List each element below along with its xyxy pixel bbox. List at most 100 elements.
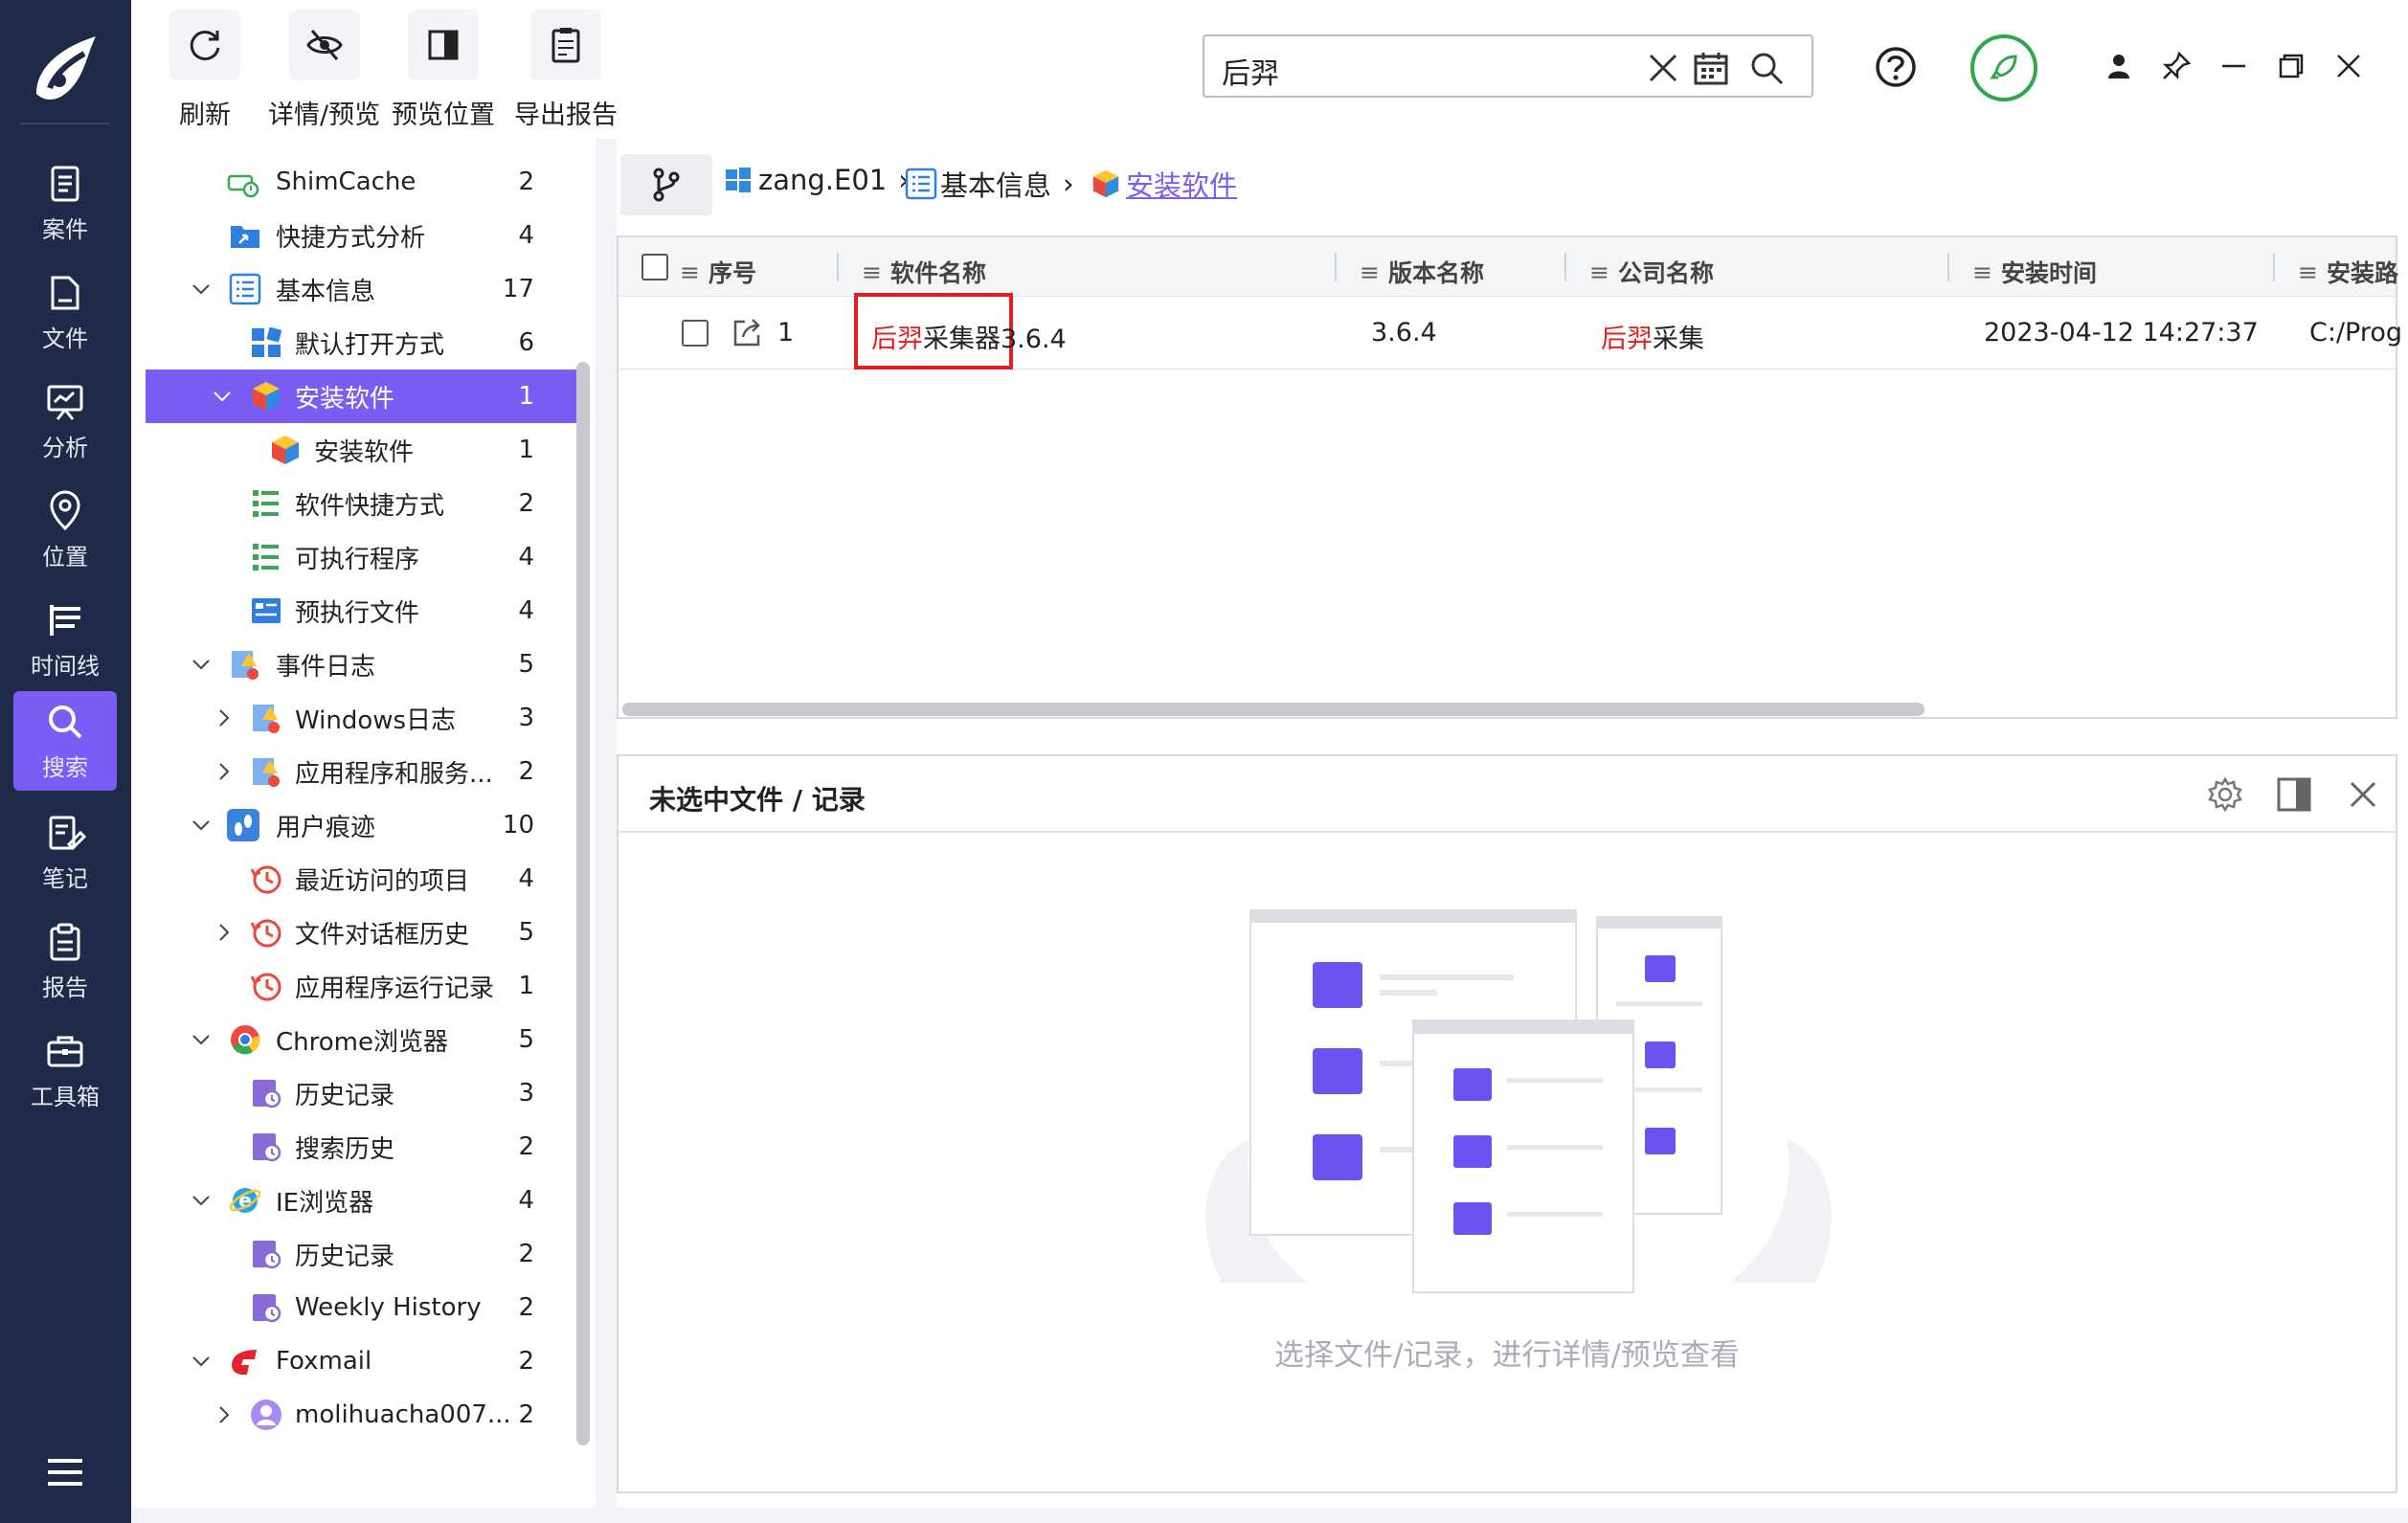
column-divider[interactable] <box>2273 253 2275 281</box>
tree-count: 4 <box>518 543 534 571</box>
search-submit-icon[interactable] <box>1748 50 1785 86</box>
chevron-down-icon[interactable] <box>190 653 213 676</box>
details-label: 详情/预览 <box>268 101 381 130</box>
tree-label: 搜索历史 <box>295 1134 395 1164</box>
table-horizontal-scrollbar[interactable] <box>622 703 1924 716</box>
settings-gear-icon[interactable] <box>2206 775 2244 814</box>
column-divider[interactable] <box>1947 253 1949 281</box>
tree-item-executables[interactable]: 可执行程序 4 <box>146 530 576 584</box>
chevron-down-icon[interactable] <box>190 1189 213 1212</box>
chevron-right-icon[interactable] <box>213 1403 236 1426</box>
clear-icon[interactable] <box>1645 50 1681 86</box>
column-header-company[interactable]: ≡ 公司名称 <box>1589 255 1714 289</box>
minimize-icon[interactable] <box>2217 50 2250 82</box>
tree-item-default-open[interactable]: 默认打开方式 6 <box>146 316 576 370</box>
table-row[interactable]: 1 后羿采集器3.6.4 3.6.4 后羿采集 2023-04-12 14:27… <box>619 293 2402 370</box>
tree-item-ie[interactable]: e IE浏览器 4 <box>146 1174 576 1227</box>
tree-item-user-traces[interactable]: 用户痕迹 10 <box>146 798 576 852</box>
tree-item-ie-history[interactable]: 历史记录 2 <box>146 1227 576 1281</box>
column-divider[interactable] <box>837 253 839 281</box>
column-header-version[interactable]: ≡ 版本名称 <box>1360 255 1484 289</box>
breadcrumb-item-installed-software[interactable]: 安装软件 <box>1090 164 1237 204</box>
restore-icon[interactable] <box>2275 50 2307 82</box>
tree-item-software-shortcut[interactable]: 软件快捷方式 2 <box>146 477 576 530</box>
shimcache-icon <box>227 174 259 198</box>
panel-splitter[interactable] <box>596 139 617 1508</box>
column-header-install-time[interactable]: ≡ 安装时间 <box>1972 255 2097 289</box>
breadcrumb-separator: › <box>1063 168 1074 200</box>
chevron-down-icon[interactable] <box>190 278 213 301</box>
chevron-down-icon[interactable] <box>190 1028 213 1051</box>
nav-analysis[interactable]: 分析 <box>13 371 117 471</box>
tree-item-weekly-history[interactable]: Weekly History 2 <box>146 1281 576 1334</box>
open-external-icon[interactable] <box>730 316 764 350</box>
column-header-software-name[interactable]: ≡ 软件名称 <box>862 255 986 289</box>
tree-item-basic-info[interactable]: 基本信息 17 <box>146 262 576 316</box>
tree-scrollbar[interactable] <box>576 362 590 1445</box>
tree-count: 4 <box>518 221 534 250</box>
tree-item-recent-items[interactable]: 最近访问的项目 4 <box>146 852 576 906</box>
refresh-button[interactable]: 刷新 <box>169 10 240 134</box>
tree-item-chrome-search-history[interactable]: 搜索历史 2 <box>146 1120 576 1174</box>
column-header-install-path[interactable]: ≡ 安装路 <box>2298 255 2398 289</box>
id-card-icon <box>252 598 281 623</box>
row-checkbox[interactable] <box>682 320 709 347</box>
pin-icon[interactable] <box>2160 50 2193 82</box>
breadcrumb-item-basic-info[interactable]: 基本信息 › <box>904 164 1074 204</box>
chevron-right-icon[interactable] <box>213 921 236 944</box>
branch-button[interactable] <box>620 154 712 215</box>
breadcrumb-item-image[interactable]: zang.E01 › <box>724 164 910 196</box>
details-preview-button[interactable]: 详情/预览 <box>268 10 380 134</box>
nav-note[interactable]: 笔记 <box>13 802 117 902</box>
tree-item-app-run-records[interactable]: 应用程序运行记录 1 <box>146 959 576 1013</box>
tree-item-foxmail[interactable]: Foxmail 2 <box>146 1334 576 1388</box>
tree-item-installed-software[interactable]: 安装软件 1 <box>146 370 576 423</box>
tree-item-shortcut-analysis[interactable]: 快捷方式分析 4 <box>146 209 576 262</box>
nav-toolbox[interactable]: 工具箱 <box>13 1020 117 1120</box>
tree-item-chrome-history[interactable]: 历史记录 3 <box>146 1066 576 1120</box>
calendar-icon[interactable] <box>1693 50 1729 86</box>
tree-item-mail-account[interactable]: molihuacha007... 2 <box>146 1388 576 1442</box>
help-icon[interactable] <box>1875 46 1917 88</box>
rocket-button[interactable] <box>1970 34 2037 101</box>
chevron-right-icon[interactable] <box>213 706 236 729</box>
preview-position-button[interactable]: 预览位置 <box>392 10 495 134</box>
select-all-checkbox[interactable] <box>641 254 668 280</box>
nav-timeline[interactable]: 时间线 <box>13 590 117 689</box>
chevron-down-icon[interactable] <box>190 1350 213 1373</box>
nav-file[interactable]: 文件 <box>13 262 117 362</box>
nav-report[interactable]: 报告 <box>13 911 117 1011</box>
column-divider[interactable] <box>1564 253 1566 281</box>
tree-item-file-dialog-history[interactable]: 文件对话框历史 5 <box>146 906 576 959</box>
tree-item-prefetch[interactable]: 预执行文件 4 <box>146 584 576 638</box>
column-divider[interactable] <box>1335 253 1337 281</box>
export-icon-wrap <box>530 10 601 80</box>
export-report-button[interactable]: 导出报告 <box>514 10 618 134</box>
split-panel-icon[interactable] <box>2275 775 2313 814</box>
close-panel-icon[interactable] <box>2344 775 2382 814</box>
chevron-down-icon[interactable] <box>190 814 213 837</box>
search-input[interactable]: 后羿 <box>1203 34 1813 98</box>
nav-label: 位置 <box>42 543 88 571</box>
report-icon <box>50 923 80 960</box>
preview-pos-label: 预览位置 <box>392 101 495 130</box>
tree-item-shimcache[interactable]: ShimCache 2 <box>146 155 576 209</box>
tree-item-installed-software-child[interactable]: 安装软件 1 <box>146 423 576 477</box>
chevron-down-icon[interactable] <box>211 385 234 408</box>
nav-search[interactable]: 搜索 <box>13 691 117 791</box>
tree-item-event-log[interactable]: 事件日志 5 <box>146 638 576 691</box>
user-icon[interactable] <box>2103 50 2135 82</box>
chevron-right-icon[interactable] <box>213 760 236 783</box>
hamburger-menu-icon[interactable] <box>44 1453 86 1491</box>
app-logo-icon <box>36 36 96 100</box>
nav-location[interactable]: 位置 <box>13 481 117 580</box>
tree-item-app-service-log[interactable]: 应用程序和服务... 2 <box>146 745 576 798</box>
tree-label: Chrome浏览器 <box>276 1027 448 1057</box>
tree-item-chrome[interactable]: Chrome浏览器 5 <box>146 1013 576 1066</box>
close-window-icon[interactable] <box>2332 50 2365 82</box>
tree-label: 默认打开方式 <box>295 330 445 360</box>
detail-panel: 未选中文件 / 记录 选择文件/记录，进行详情/预览查看 <box>617 754 2397 1493</box>
column-header-index[interactable]: ≡ 序号 <box>680 255 756 289</box>
nav-case[interactable]: 案件 <box>13 153 117 253</box>
tree-item-windows-log[interactable]: Windows日志 3 <box>146 691 576 745</box>
